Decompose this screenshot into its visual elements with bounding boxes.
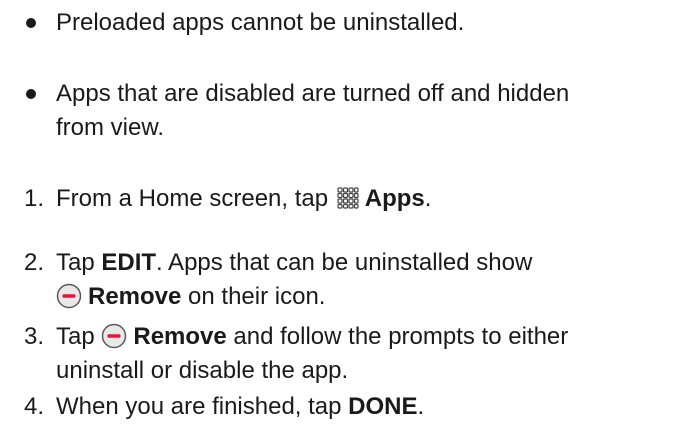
step-number: 3. — [24, 323, 45, 350]
step-text-line2-post: on their icon. — [181, 283, 326, 310]
step-text-pre: When you are finished, tap — [56, 393, 349, 420]
step-text: From a Home screen, tap Apps. — [56, 182, 676, 216]
step-number: 4. — [24, 393, 45, 420]
bullet-dot — [26, 89, 36, 99]
bullet-text-line1: Apps that are disabled are turned off an… — [56, 80, 570, 107]
step-text-bold: EDIT — [101, 249, 157, 276]
step-text-line2: uninstall or disable the app. — [56, 357, 349, 384]
step-text-post: . Apps that can be uninstalled show — [156, 249, 533, 276]
bullet-dot — [26, 18, 36, 28]
step-text-bold: DONE — [348, 393, 418, 420]
remove-icon — [56, 283, 82, 309]
bullet-text: Preloaded apps cannot be uninstalled. — [56, 9, 465, 36]
step-text-post: . — [424, 185, 432, 212]
step-text-line2-bold: Remove — [88, 283, 182, 310]
step-text-bold: Apps — [364, 185, 425, 212]
step-text-pre: Tap — [56, 323, 102, 350]
step-text: When you are finished, tap DONE. — [56, 390, 676, 424]
remove-icon — [102, 323, 127, 349]
bullet-text-line2: from view. — [56, 114, 165, 141]
step-text-pre: From a Home screen, tap — [56, 185, 335, 212]
help-document: Preloaded apps cannot be uninstalled. Ap… — [0, 0, 688, 434]
apps-grid-icon — [337, 187, 359, 209]
step-text-post: and follow the prompts to either — [226, 323, 569, 350]
step-text: Tap EDIT. Apps that can be uninstalled s… — [56, 246, 676, 314]
step-text: Tap Remove and follow the prompts to eit… — [56, 320, 676, 388]
step-number: 2. — [24, 249, 45, 276]
step-text-post: . — [417, 393, 425, 420]
step-text-pre: Tap — [56, 249, 102, 276]
bullet-text: Apps that are disabled are turned off an… — [56, 77, 676, 145]
step-number: 1. — [24, 185, 45, 212]
step-text-bold: Remove — [133, 323, 227, 350]
